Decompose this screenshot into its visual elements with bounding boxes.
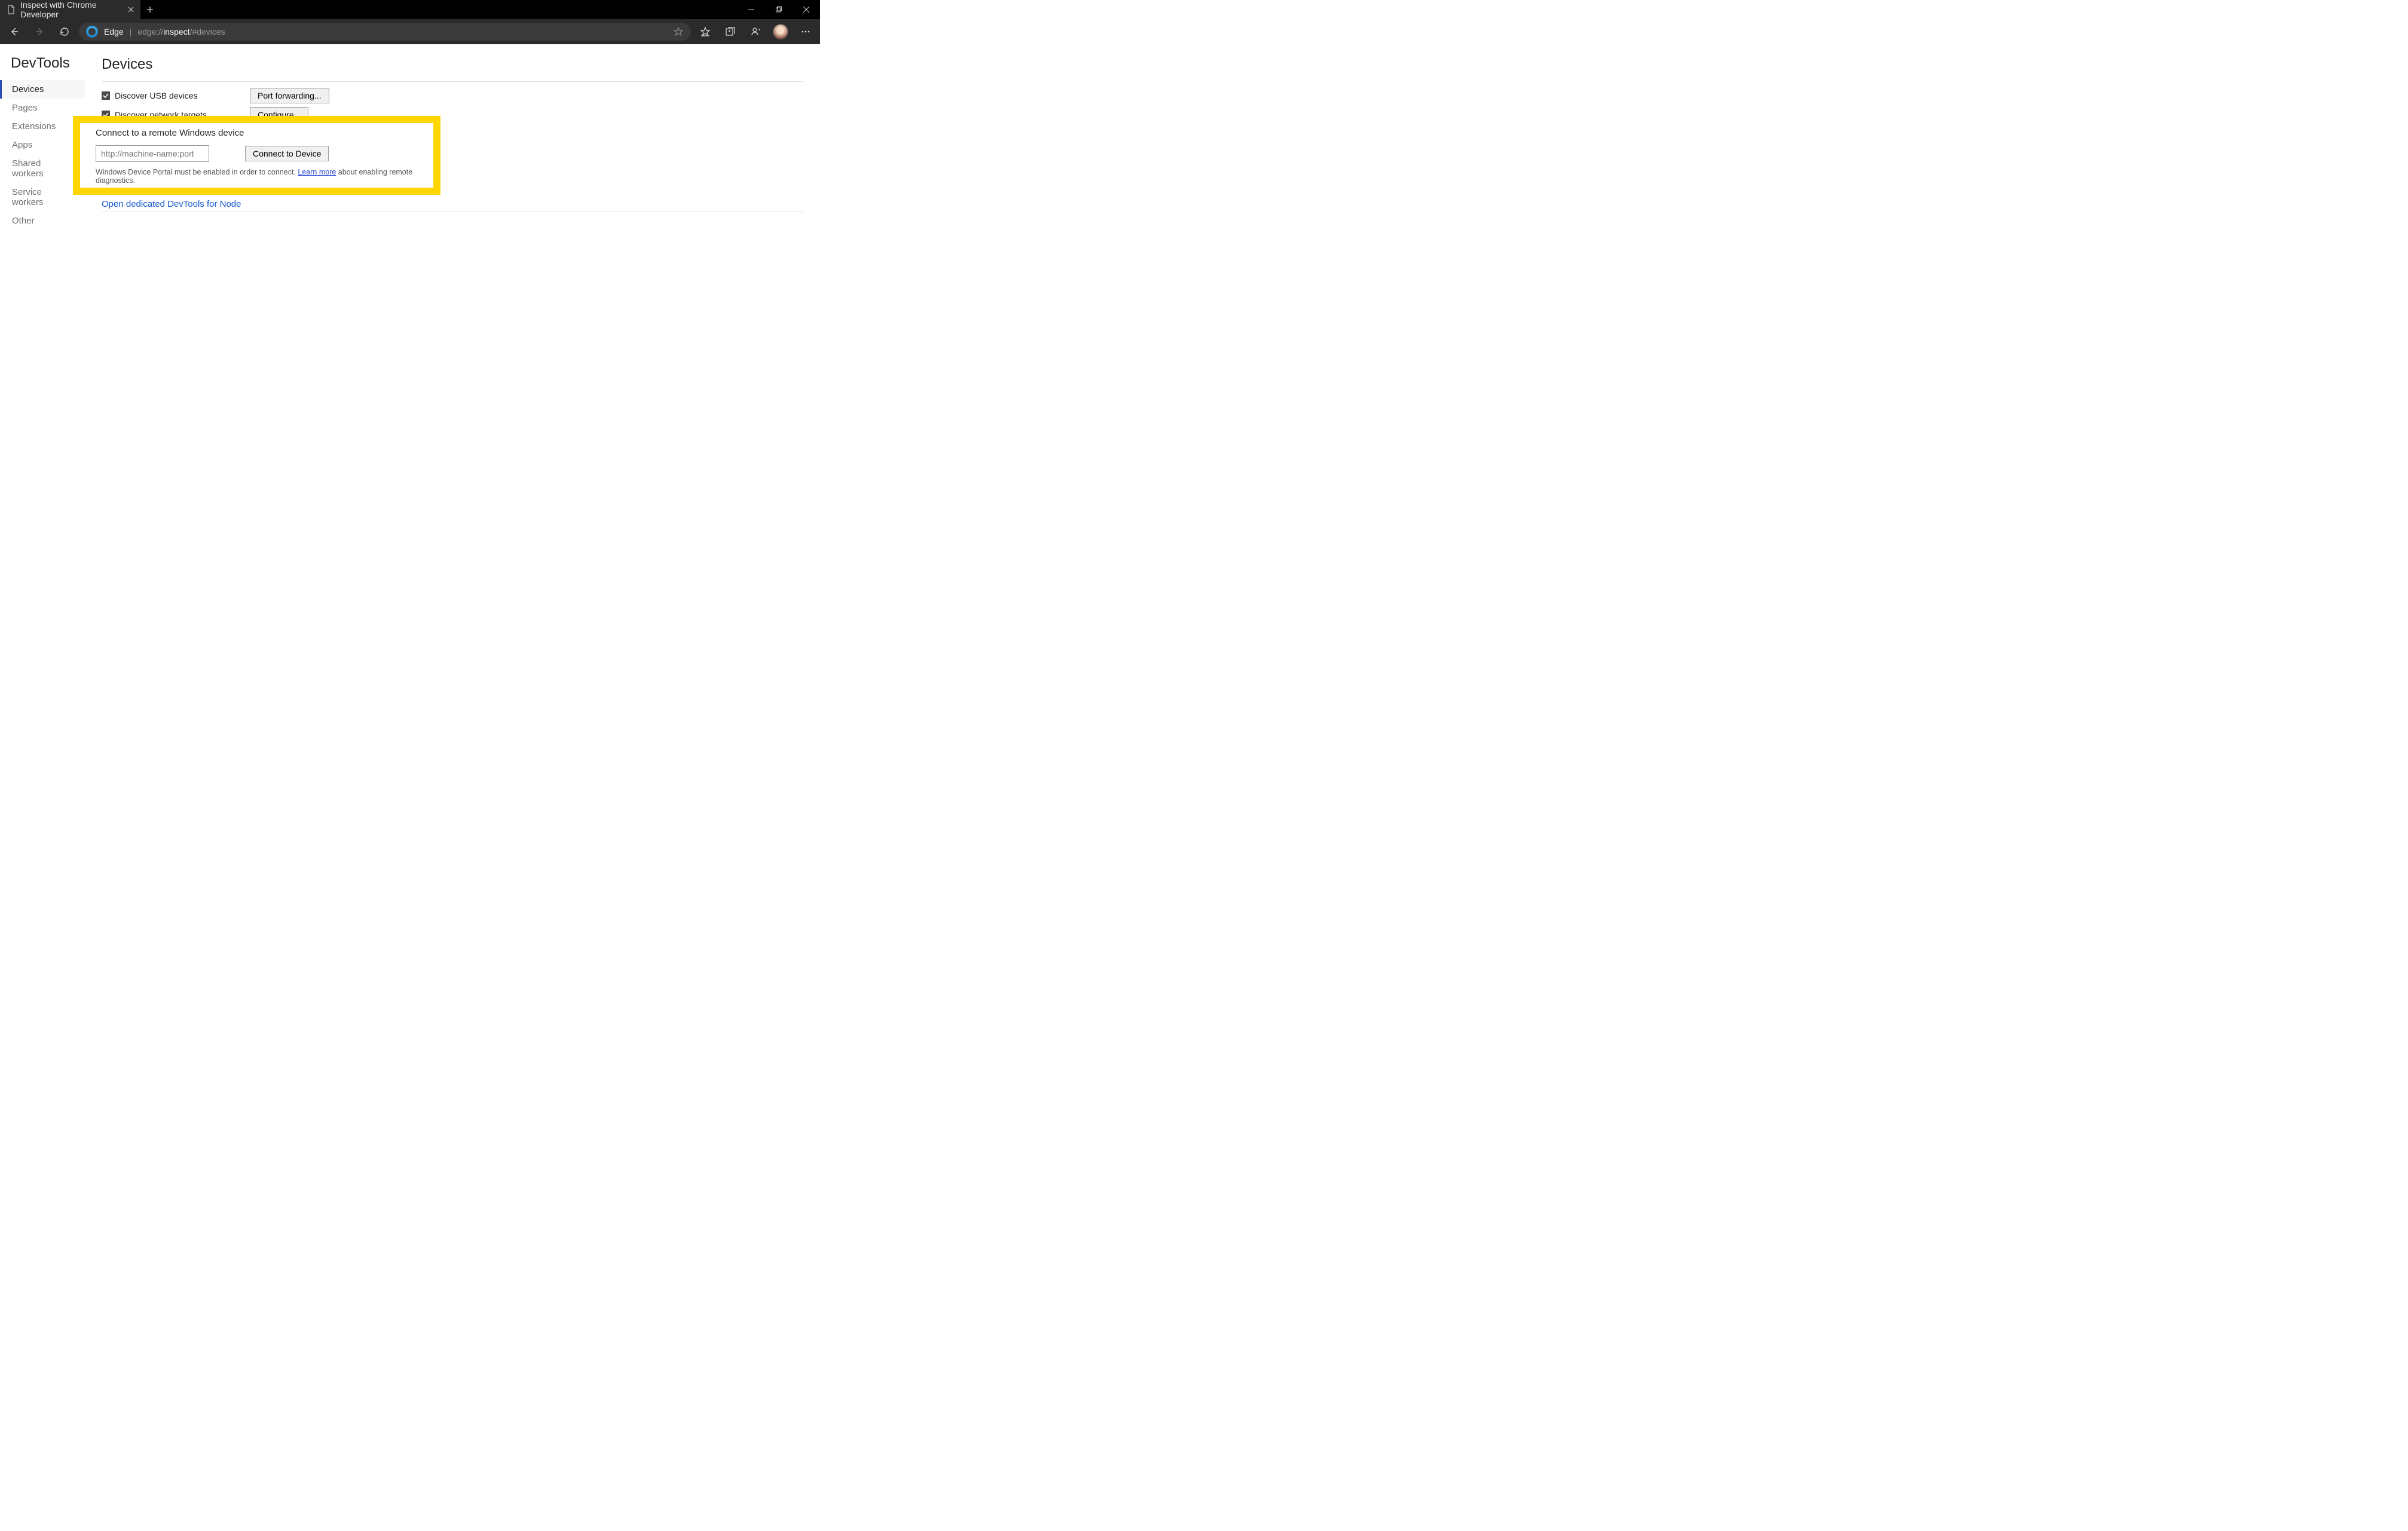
sidebar-item-extensions[interactable]: Extensions xyxy=(0,117,85,136)
tab-title: Inspect with Chrome Developer xyxy=(20,0,123,19)
edge-logo-icon xyxy=(86,26,98,38)
sidebar: DevTools Devices Pages Extensions Apps S… xyxy=(0,44,85,520)
more-menu-button[interactable] xyxy=(795,21,816,42)
window-controls xyxy=(738,0,820,19)
discover-usb-checkbox[interactable] xyxy=(102,91,110,100)
window-maximize-icon[interactable] xyxy=(765,0,793,19)
nav-forward-button[interactable] xyxy=(29,21,50,42)
sidebar-item-other[interactable]: Other xyxy=(0,212,85,230)
window-close-icon[interactable] xyxy=(793,0,820,19)
discover-usb-label[interactable]: Discover USB devices xyxy=(102,91,239,100)
sidebar-item-apps[interactable]: Apps xyxy=(0,136,85,154)
content-area: DevTools Devices Pages Extensions Apps S… xyxy=(0,44,820,520)
window-minimize-icon[interactable] xyxy=(738,0,765,19)
address-separator: | xyxy=(130,27,132,36)
collections-button[interactable] xyxy=(720,21,741,42)
avatar[interactable] xyxy=(770,21,791,42)
sidebar-item-pages[interactable]: Pages xyxy=(0,99,85,117)
address-browser-label: Edge xyxy=(104,27,124,36)
node-devtools-row: Open dedicated DevTools for Node xyxy=(102,199,803,209)
favorite-star-icon[interactable] xyxy=(673,26,684,37)
nav-back-button[interactable] xyxy=(4,21,25,42)
sidebar-title: DevTools xyxy=(0,55,85,80)
sidebar-item-shared-workers[interactable]: Shared workers xyxy=(0,154,85,183)
remote-address-input[interactable] xyxy=(96,145,209,162)
remote-connect-highlight: Connect to a remote Windows device Conne… xyxy=(73,116,440,195)
titlebar: Inspect with Chrome Developer xyxy=(0,0,820,19)
divider xyxy=(102,81,803,82)
favorites-button[interactable] xyxy=(694,21,716,42)
new-tab-button[interactable] xyxy=(140,0,160,19)
remote-connect-heading: Connect to a remote Windows device xyxy=(96,128,418,138)
sidebar-item-service-workers[interactable]: Service workers xyxy=(0,183,85,212)
address-bar[interactable]: Edge | edge://inspect/#devices xyxy=(79,23,691,41)
node-devtools-link[interactable]: Open dedicated DevTools for Node xyxy=(102,199,241,209)
browser-tab[interactable]: Inspect with Chrome Developer xyxy=(0,0,140,19)
page-icon xyxy=(6,5,16,14)
discover-usb-row: Discover USB devices Port forwarding... xyxy=(102,88,803,103)
sidebar-item-devices[interactable]: Devices xyxy=(0,80,85,99)
remote-connect-hint: Windows Device Portal must be enabled in… xyxy=(96,168,418,185)
address-url: edge://inspect/#devices xyxy=(137,27,225,36)
navbar: Edge | edge://inspect/#devices xyxy=(0,19,820,44)
port-forwarding-button[interactable]: Port forwarding... xyxy=(250,88,329,103)
learn-more-link[interactable]: Learn more xyxy=(298,168,336,176)
page-heading: Devices xyxy=(102,56,803,73)
nav-refresh-button[interactable] xyxy=(54,21,75,42)
tab-close-icon[interactable] xyxy=(127,6,134,13)
connect-to-device-button[interactable]: Connect to Device xyxy=(245,146,329,161)
profile-menu-button[interactable] xyxy=(745,21,766,42)
